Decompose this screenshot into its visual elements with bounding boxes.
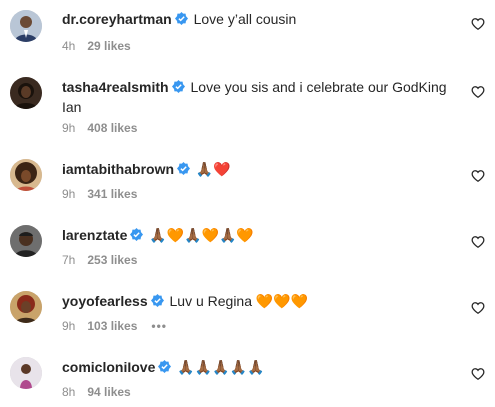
likes-count[interactable]: 94 likes (87, 385, 130, 399)
verified-badge-icon (150, 294, 164, 307)
verified-badge-icon (177, 162, 191, 175)
avatar[interactable] (10, 77, 42, 109)
comment-body: 🙏🏾🙏🏾🙏🏾🙏🏾🙏🏾 (177, 360, 265, 376)
comment-body: 🙏🏾🧡🙏🏾🧡🙏🏾🧡 (149, 228, 254, 244)
heart-outline-icon[interactable] (471, 235, 485, 249)
comment-meta: 8h 94 likes (62, 384, 131, 400)
more-options-icon[interactable]: ••• (151, 319, 167, 333)
heart-outline-icon[interactable] (471, 367, 485, 381)
heart-outline-icon[interactable] (471, 85, 485, 99)
comment-meta: 9h 408 likes (62, 120, 137, 136)
comment-body: 🙏🏾❤️ (195, 162, 231, 178)
timestamp[interactable]: 8h (62, 385, 75, 399)
username[interactable]: dr.coreyhartman (62, 11, 172, 27)
comment-text-line: iamtabithabrown 🙏🏾❤️ (62, 159, 457, 180)
comment-text-line: larenztate 🙏🏾🧡🙏🏾🧡🙏🏾🧡 (62, 225, 457, 246)
comment-meta: 7h 253 likes (62, 252, 137, 268)
likes-count[interactable]: 103 likes (87, 319, 137, 333)
timestamp[interactable]: 9h (62, 319, 75, 333)
verified-badge-icon (158, 360, 172, 373)
username[interactable]: larenztate (62, 227, 127, 243)
verified-badge-icon (130, 228, 144, 241)
likes-count[interactable]: 253 likes (87, 253, 137, 267)
likes-count[interactable]: 341 likes (87, 187, 137, 201)
avatar[interactable] (10, 10, 42, 42)
timestamp[interactable]: 7h (62, 253, 75, 267)
comment-text-line: dr.coreyhartman Love y’all cousin (62, 9, 457, 29)
username[interactable]: iamtabithabrown (62, 161, 174, 177)
username[interactable]: tasha4realsmith (62, 79, 169, 95)
likes-count[interactable]: 408 likes (87, 121, 137, 135)
verified-badge-icon (171, 80, 185, 93)
avatar[interactable] (10, 291, 42, 323)
avatar[interactable] (10, 159, 42, 191)
timestamp[interactable]: 4h (62, 39, 75, 53)
comment-text-line: tasha4realsmith Love you sis and i celeb… (62, 77, 457, 117)
heart-outline-icon[interactable] (471, 17, 485, 31)
username[interactable]: yoyofearless (62, 293, 148, 309)
avatar[interactable] (10, 225, 42, 257)
avatar[interactable] (10, 357, 42, 389)
comment-meta: 9h 103 likes ••• (62, 318, 167, 334)
comment-text-line: yoyofearless Luv u Regina 🧡🧡🧡 (62, 291, 457, 311)
timestamp[interactable]: 9h (62, 121, 75, 135)
likes-count[interactable]: 29 likes (87, 39, 130, 53)
comment-body: Luv u Regina 🧡🧡🧡 (169, 293, 309, 309)
comment-body: Love y’all cousin (193, 11, 297, 27)
verified-badge-icon (174, 12, 188, 25)
comment-meta: 4h 29 likes (62, 38, 131, 54)
comment-text-line: comicloniIove 🙏🏾🙏🏾🙏🏾🙏🏾🙏🏾 (62, 357, 457, 378)
comment-meta: 9h 341 likes (62, 186, 137, 202)
heart-outline-icon[interactable] (471, 301, 485, 315)
timestamp[interactable]: 9h (62, 187, 75, 201)
heart-outline-icon[interactable] (471, 169, 485, 183)
username[interactable]: comicloniIove (62, 359, 155, 375)
